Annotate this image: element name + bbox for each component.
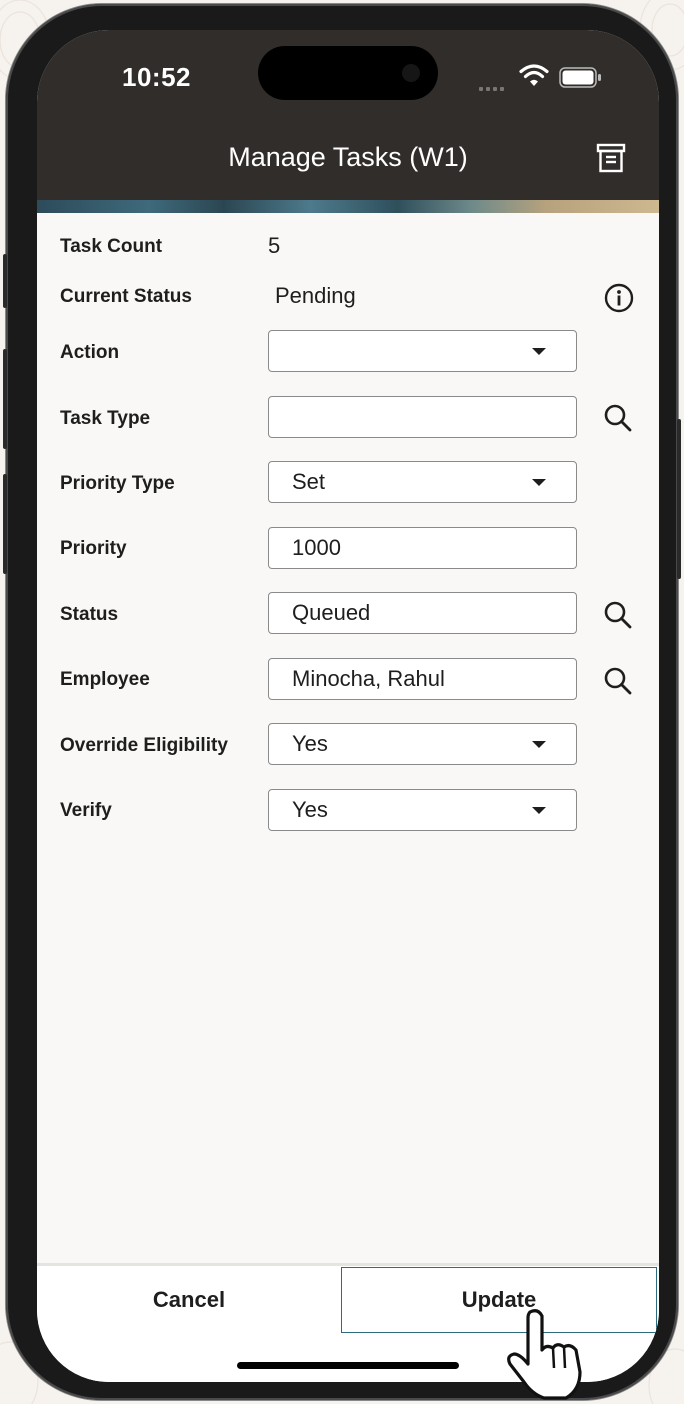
phone-volume-down <box>3 474 7 574</box>
phone-side-button <box>3 254 7 308</box>
phone-frame: 10:52 Manage Tasks (W1) Task Count 5 Cur… <box>3 4 681 1400</box>
status-label: Status <box>60 604 119 625</box>
app-screen: 10:52 Manage Tasks (W1) Task Count 5 Cur… <box>37 30 659 1382</box>
status-value: Queued <box>292 600 371 625</box>
task-count-value: 5 <box>268 233 281 258</box>
employee-value: Minocha, Rahul <box>292 666 445 691</box>
chevron-down-icon <box>532 741 546 748</box>
priority-type-label: Priority Type <box>60 473 175 494</box>
task-type-search-icon[interactable] <box>603 403 633 433</box>
verify-label: Verify <box>60 800 112 821</box>
chevron-down-icon <box>532 807 546 814</box>
employee-input[interactable]: Minocha, Rahul <box>268 658 577 700</box>
chevron-down-icon <box>532 348 546 355</box>
wifi-icon <box>519 64 549 86</box>
status-time: 10:52 <box>122 62 191 92</box>
task-type-label: Task Type <box>60 408 151 429</box>
current-status-label: Current Status <box>60 286 192 307</box>
action-label: Action <box>60 342 120 363</box>
verify-value: Yes <box>292 797 328 822</box>
app-header: 10:52 Manage Tasks (W1) <box>37 30 659 200</box>
status-input[interactable]: Queued <box>268 592 577 634</box>
employee-search-icon[interactable] <box>603 666 633 696</box>
cancel-button[interactable]: Cancel <box>37 1266 341 1333</box>
priority-type-value: Set <box>292 469 326 494</box>
phone-volume-up <box>3 349 7 449</box>
hand-pointer-icon <box>507 1309 582 1400</box>
info-icon[interactable] <box>604 283 634 313</box>
action-select[interactable] <box>268 330 577 372</box>
verify-select[interactable]: Yes <box>268 789 577 831</box>
filing-cabinet-icon[interactable] <box>595 142 627 174</box>
priority-label: Priority <box>60 538 127 559</box>
update-button[interactable]: Update <box>341 1267 657 1333</box>
battery-icon <box>559 67 601 88</box>
status-search-icon[interactable] <box>603 600 633 630</box>
priority-type-select[interactable]: Set <box>268 461 577 503</box>
phone-power-button <box>677 419 681 579</box>
dynamic-island <box>258 46 438 100</box>
signal-icon <box>479 78 511 91</box>
page-title: Manage Tasks (W1) <box>228 142 468 172</box>
priority-value: 1000 <box>292 535 341 560</box>
override-eligibility-value: Yes <box>292 731 328 756</box>
decorative-banner <box>37 200 659 213</box>
override-eligibility-select[interactable]: Yes <box>268 723 577 765</box>
priority-input[interactable]: 1000 <box>268 527 577 569</box>
override-eligibility-label: Override Eligibility <box>60 735 228 756</box>
home-indicator <box>237 1362 459 1369</box>
employee-label: Employee <box>60 669 150 690</box>
task-count-label: Task Count <box>60 236 163 257</box>
task-type-input[interactable] <box>268 396 577 438</box>
current-status-value: Pending <box>275 283 356 308</box>
camera-icon <box>402 64 420 82</box>
chevron-down-icon <box>532 479 546 486</box>
